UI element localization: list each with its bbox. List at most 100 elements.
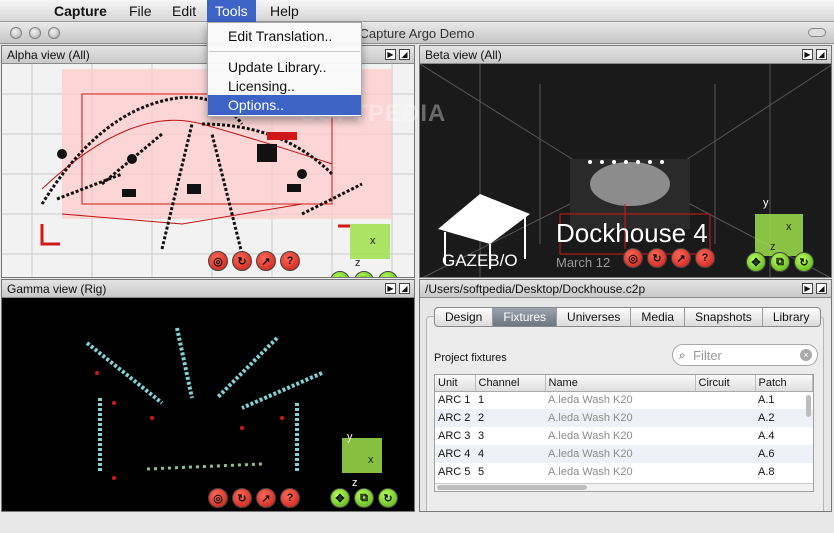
pin-icon[interactable]: ▶: [802, 283, 813, 294]
tab-snapshots[interactable]: Snapshots: [685, 308, 763, 326]
maximize-icon[interactable]: ◢: [399, 49, 410, 60]
cell-channel: 4: [475, 445, 545, 463]
pan-icon[interactable]: ✥: [746, 252, 766, 272]
cell-unit: ARC 5: [438, 466, 471, 478]
zoom-fit-icon[interactable]: ⧉: [770, 252, 790, 272]
rotate-icon[interactable]: ↻: [232, 251, 252, 271]
help-icon[interactable]: ?: [280, 251, 300, 271]
app-menu[interactable]: Capture: [46, 0, 115, 22]
cell-unit: ARC 3: [438, 430, 471, 442]
menu-bar: Capture File Edit Tools Help: [0, 0, 834, 22]
menu-tools[interactable]: Tools: [207, 0, 256, 22]
project-panel-body: Design Fixtures Universes Media Snapshot…: [420, 298, 831, 511]
orbit-icon[interactable]: ↻: [794, 252, 814, 272]
tab-fixtures[interactable]: Fixtures: [493, 308, 558, 326]
window-title: Capture Argo Demo: [359, 26, 475, 41]
cell-name: A.leda Wash K20: [545, 409, 695, 427]
filter-field[interactable]: ⌕ Filter ×: [672, 344, 818, 366]
cell-circuit: [695, 445, 755, 463]
maximize-icon[interactable]: ◢: [399, 283, 410, 294]
arrow-icon[interactable]: ↗: [256, 251, 276, 271]
rotate-icon[interactable]: ↻: [232, 488, 252, 508]
pin-icon[interactable]: ▶: [385, 283, 396, 294]
cell-channel: 3: [478, 430, 485, 442]
axis-y-label: y: [347, 431, 353, 443]
orbit-icon[interactable]: ↻: [378, 488, 398, 508]
search-icon: ⌕: [679, 348, 686, 362]
menu-edit[interactable]: Edit: [164, 0, 204, 22]
horizontal-scrollbar[interactable]: [435, 483, 813, 491]
beta-viewport[interactable]: y x z GAZEB/O Dockhouse 4 March 12 ◎ ↻ ↗…: [420, 64, 831, 277]
cell-unit: ARC 2: [435, 409, 475, 427]
help-icon[interactable]: ?: [280, 488, 300, 508]
axis-y-label: y: [763, 197, 769, 209]
table-row[interactable]: ARC 3 3 A.leda Wash K20 A.4: [435, 427, 813, 445]
fixtures-label: Project fixtures: [434, 352, 507, 364]
pin-icon[interactable]: ▶: [802, 49, 813, 60]
rotate-icon[interactable]: ↻: [647, 248, 667, 268]
cell-name: A.leda Wash K20: [548, 394, 633, 407]
table-row[interactable]: ARC 5 5 A.leda Wash K20 A.8: [435, 463, 813, 481]
maximize-icon[interactable]: ◢: [816, 49, 827, 60]
scrollbar-thumb[interactable]: [437, 485, 587, 490]
menu-help[interactable]: Help: [262, 0, 307, 22]
menu-item-update-library[interactable]: Update Library..: [208, 57, 361, 77]
gamma-viewport[interactable]: y x z ◎ ↻ ↗ ? ✥ ⧉ ↻: [2, 298, 414, 511]
axis-z-label: z: [355, 257, 361, 269]
record-button[interactable]: ◎: [208, 488, 228, 508]
beta-view-header: Beta view (All) ▶ ◢: [420, 46, 831, 64]
project-file-path: /Users/softpedia/Desktop/Dockhouse.c2p: [425, 282, 646, 296]
col-channel[interactable]: Channel: [475, 375, 546, 392]
axis-x-label: x: [368, 454, 374, 466]
cell-patch: A.4: [758, 430, 775, 442]
tab-bar: Design Fixtures Universes Media Snapshot…: [434, 307, 821, 327]
table-row[interactable]: ARC 4 4 A.leda Wash K20 A.6: [435, 445, 813, 463]
clear-icon[interactable]: ×: [800, 349, 812, 361]
tab-library[interactable]: Library: [763, 308, 820, 326]
alpha-view-title: Alpha view (All): [7, 48, 90, 62]
menu-item-edit-translation[interactable]: Edit Translation..: [208, 26, 361, 46]
maximize-icon[interactable]: ◢: [816, 283, 827, 294]
cell-patch: A.2: [755, 409, 813, 427]
pan-icon[interactable]: ✥: [330, 488, 350, 508]
menu-file[interactable]: File: [121, 0, 160, 22]
pin-icon[interactable]: ▶: [385, 49, 396, 60]
gamma-view-header: Gamma view (Rig) ▶ ◢: [2, 280, 414, 298]
menu-separator: [209, 51, 360, 52]
project-panel: /Users/softpedia/Desktop/Dockhouse.c2p ▶…: [419, 279, 832, 512]
table-row[interactable]: ARC 1 1 A.leda Wash K20 A.1: [435, 391, 813, 409]
arrow-icon[interactable]: ↗: [256, 488, 276, 508]
cell-name: A.leda Wash K20: [545, 445, 695, 463]
col-patch[interactable]: Patch: [755, 375, 813, 392]
help-icon[interactable]: ?: [695, 248, 715, 268]
menu-item-licensing[interactable]: Licensing..: [208, 76, 361, 96]
col-unit[interactable]: Unit: [435, 375, 476, 392]
col-name[interactable]: Name: [545, 375, 696, 392]
tools-menu: Edit Translation.. Update Library.. Lice…: [207, 22, 362, 117]
arrow-icon[interactable]: ↗: [671, 248, 691, 268]
cell-circuit: [695, 463, 755, 481]
zoom-fit-icon[interactable]: ⧉: [354, 488, 374, 508]
tab-universes[interactable]: Universes: [557, 308, 632, 326]
cell-name: A.leda Wash K20: [548, 466, 633, 478]
apple-icon[interactable]: [12, 0, 28, 22]
cell-patch: A.1: [758, 394, 775, 407]
cell-name: A.leda Wash K20: [548, 430, 633, 442]
record-button[interactable]: ◎: [208, 251, 228, 271]
cell-channel: 1: [478, 394, 485, 407]
beta-view-panel: Beta view (All) ▶ ◢ y x z GAZEB/O Dockho…: [419, 45, 832, 278]
scene-subtitle: March 12: [556, 255, 611, 270]
vertical-scrollbar-thumb[interactable]: [806, 395, 811, 417]
col-circuit[interactable]: Circuit: [695, 375, 756, 392]
fixtures-table[interactable]: Unit Channel Name Circuit Patch ARC 1 1 …: [434, 374, 814, 492]
toolbar-toggle-button[interactable]: [808, 28, 826, 37]
menu-item-options[interactable]: Options..: [208, 95, 361, 115]
table-header-row: Unit Channel Name Circuit Patch: [435, 375, 813, 392]
table-row[interactable]: ARC 2 2 A.leda Wash K20 A.2: [435, 409, 813, 427]
tab-media[interactable]: Media: [631, 308, 686, 326]
tab-design[interactable]: Design: [435, 308, 494, 326]
axis-x-label: x: [370, 235, 376, 247]
record-button[interactable]: ◎: [623, 248, 643, 268]
beta-view-title: Beta view (All): [425, 48, 502, 62]
filter-placeholder: Filter: [693, 348, 722, 363]
